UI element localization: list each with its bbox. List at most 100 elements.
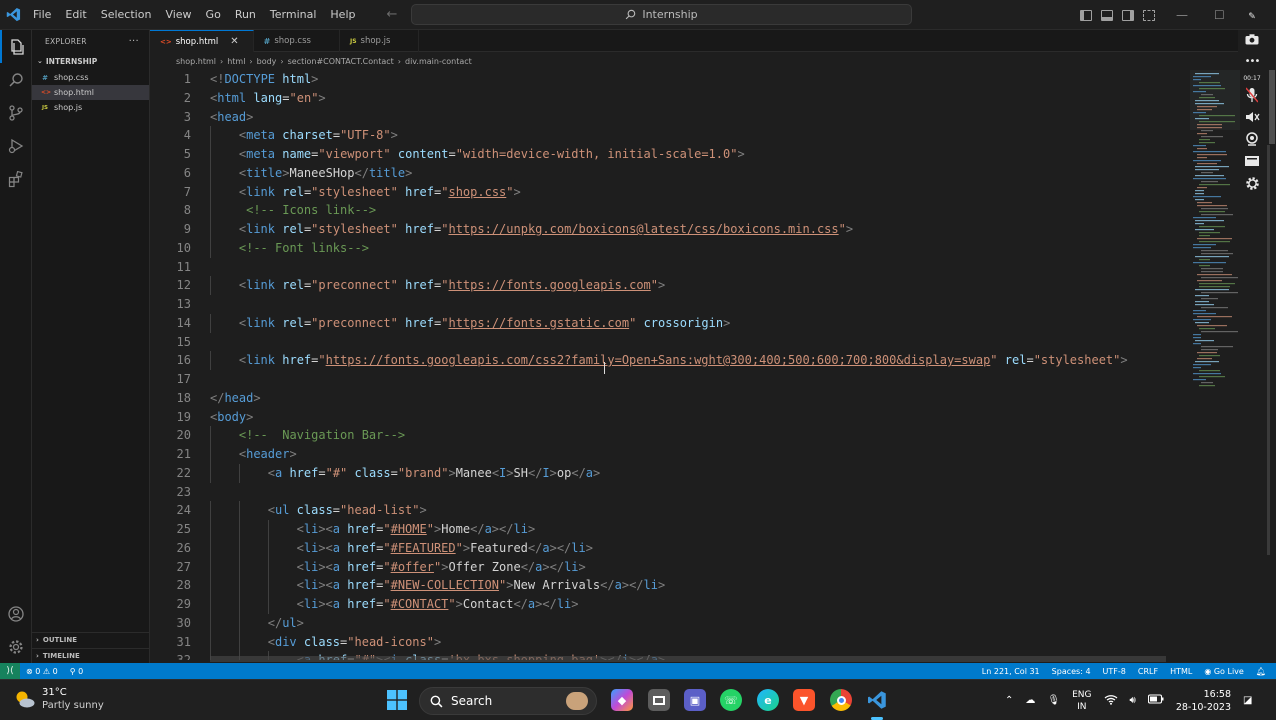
screen-icon[interactable] (1244, 152, 1260, 170)
manage-gear-icon[interactable] (0, 630, 32, 663)
breadcrumb-item[interactable]: html (227, 57, 245, 66)
weather-widget[interactable]: 31°C Partly sunny (14, 686, 104, 712)
code-line[interactable]: 19 <body> (150, 408, 1190, 427)
pen-icon[interactable]: ✎ (1248, 8, 1256, 26)
whatsapp-icon[interactable]: ☏ (720, 689, 742, 711)
code-line[interactable]: 6 <title>ManeeSHop</title> (150, 163, 1190, 183)
language-indicator[interactable]: ENG IN (1072, 689, 1091, 713)
problems-indicator[interactable]: ⊗ 0 ⚠ 0 (20, 667, 64, 676)
code-line[interactable]: 5 <meta name="viewport" content="width=de… (150, 145, 1190, 164)
timeline-section[interactable]: › TIMELINE (32, 648, 150, 663)
vscode-taskbar-icon[interactable] (866, 689, 888, 711)
menu-help[interactable]: Help (323, 0, 362, 30)
code-line[interactable]: 1 <!DOCTYPE html> (150, 70, 1190, 89)
file-item-shop-js[interactable]: JS shop.js (32, 100, 149, 115)
more-options-icon[interactable]: ••• (1245, 52, 1261, 70)
tab-shop-js[interactable]: JS shop.js (340, 30, 420, 52)
code-editor[interactable]: 1 <!DOCTYPE html> 2 <html lang="en"> 3 <head>… (150, 70, 1190, 660)
battery-icon[interactable] (1147, 694, 1164, 707)
code-line[interactable]: 27 <li><a href="#offer">Offer Zone</a></l… (150, 557, 1190, 577)
camera-icon[interactable] (1245, 30, 1259, 48)
back-arrow-icon[interactable]: ← (386, 7, 397, 22)
code-line[interactable]: 8 <!-- Icons link--> (150, 201, 1190, 220)
tab-shop-css[interactable]: # shop.css (254, 30, 340, 52)
extensions-icon[interactable] (0, 162, 32, 195)
notification-icon[interactable]: ◪ (1243, 695, 1252, 706)
ports-indicator[interactable]: ⚲ 0 (64, 667, 90, 676)
notifications-bell-icon[interactable]: 🔔︎ (1250, 667, 1272, 676)
code-line[interactable]: 3 <head> (150, 108, 1190, 127)
explorer-icon[interactable] (0, 30, 32, 63)
code-line[interactable]: 22 <a href="#" class="brand">Manee<I>SH</… (150, 463, 1190, 483)
scrollbar-thumb[interactable] (1269, 70, 1275, 144)
breadcrumb-item[interactable]: body (257, 57, 277, 66)
code-line[interactable]: 29 <li><a href="#CONTACT">Contact</a></li… (150, 595, 1190, 614)
code-line[interactable]: 17 (150, 370, 1190, 389)
go-live-button[interactable]: ◉ Go Live (1198, 667, 1250, 676)
breadcrumb-item[interactable]: section#CONTACT.Contact (288, 57, 394, 66)
file-item-shop-css[interactable]: # shop.css (32, 70, 149, 85)
toggle-sidebar-icon[interactable] (1080, 9, 1092, 21)
close-icon[interactable]: ✕ (230, 36, 238, 47)
code-line[interactable]: 28 <li><a href="#NEW-COLLECTION">New Arri… (150, 576, 1190, 595)
task-view-icon[interactable] (648, 689, 670, 711)
taskbar-search[interactable]: Search (419, 687, 597, 715)
code-line[interactable]: 23 (150, 483, 1190, 502)
code-line[interactable]: 15 (150, 333, 1190, 352)
outline-section[interactable]: › OUTLINE (32, 632, 150, 647)
more-actions-icon[interactable]: ··· (129, 36, 139, 47)
accounts-icon[interactable] (0, 597, 32, 630)
toggle-secondary-sidebar-icon[interactable] (1122, 9, 1134, 21)
menu-edit[interactable]: Edit (58, 0, 93, 30)
code-line[interactable]: 30 </ul> (150, 613, 1190, 633)
file-item-shop-html[interactable]: <> shop.html (32, 85, 149, 100)
code-line[interactable]: 20 <!-- Navigation Bar--> (150, 426, 1190, 445)
code-line[interactable]: 7 <link rel="stylesheet" href="shop.css"> (150, 182, 1190, 202)
language-mode[interactable]: HTML (1164, 667, 1198, 676)
maximize-icon[interactable]: ☐ (1214, 8, 1225, 22)
code-line[interactable]: 13 (150, 295, 1190, 314)
menu-terminal[interactable]: Terminal (263, 0, 324, 30)
microphone-tray-icon[interactable]: 🎙︎ (1047, 695, 1060, 706)
horizontal-scrollbar[interactable] (210, 656, 1166, 662)
minimize-icon[interactable]: — (1176, 8, 1188, 22)
code-line[interactable]: 24 <ul class="head-list"> (150, 501, 1190, 520)
source-control-icon[interactable] (0, 96, 32, 129)
code-line[interactable]: 26 <li><a href="#FEATURED">Featured</a></… (150, 538, 1190, 558)
settings-gear-icon[interactable] (1245, 174, 1260, 192)
edge-browser-icon[interactable]: e (757, 689, 779, 711)
code-line[interactable]: 31 <div class="head-icons"> (150, 632, 1190, 652)
teams-chat-icon[interactable]: ▣ (684, 689, 706, 711)
copilot-icon[interactable]: ◆ (611, 689, 633, 711)
command-center-search[interactable]: Internship (411, 4, 912, 25)
webcam-icon[interactable] (1245, 130, 1259, 148)
code-line[interactable]: 2 <html lang="en"> (150, 89, 1190, 108)
menu-file[interactable]: File (26, 0, 58, 30)
code-line[interactable]: 4 <meta charset="UTF-8"> (150, 126, 1190, 145)
toggle-panel-icon[interactable] (1101, 9, 1113, 21)
breadcrumb-item[interactable]: div.main-contact (405, 57, 472, 66)
code-line[interactable]: 14 <link rel="preconnect" href="https://f… (150, 313, 1190, 333)
menu-run[interactable]: Run (228, 0, 263, 30)
code-line[interactable]: 25 <li><a href="#HOME">Home</a></li> (150, 520, 1190, 539)
chevron-up-icon[interactable]: ⌃ (1005, 695, 1013, 706)
code-line[interactable]: 10 <!-- Font links--> (150, 238, 1190, 258)
encoding[interactable]: UTF-8 (1097, 667, 1132, 676)
search-activity-icon[interactable] (0, 63, 32, 96)
code-line[interactable]: 11 (150, 258, 1190, 277)
code-line[interactable]: 18 </head> (150, 389, 1190, 408)
breadcrumb-item[interactable]: shop.html (176, 57, 216, 66)
menu-selection[interactable]: Selection (94, 0, 159, 30)
wifi-icon[interactable] (1104, 694, 1118, 708)
code-line[interactable]: 12 <link rel="preconnect" href="https://f… (150, 276, 1190, 295)
clock[interactable]: 16:58 28-10-2023 (1176, 688, 1231, 714)
run-debug-icon[interactable] (0, 129, 32, 162)
volume-icon[interactable]: 🔊︎ (1130, 695, 1136, 706)
code-line[interactable]: 16 <link href="https://fonts.googleapis.c… (150, 351, 1190, 370)
menu-go[interactable]: Go (199, 0, 228, 30)
tab-shop-html[interactable]: <> shop.html ✕ (150, 30, 254, 52)
windows-start-icon[interactable] (386, 689, 408, 711)
onedrive-cloud-icon[interactable]: ☁ (1025, 695, 1035, 706)
workspace-folder[interactable]: ⌄ INTERNSHIP (32, 52, 149, 70)
indentation[interactable]: Spaces: 4 (1046, 667, 1097, 676)
